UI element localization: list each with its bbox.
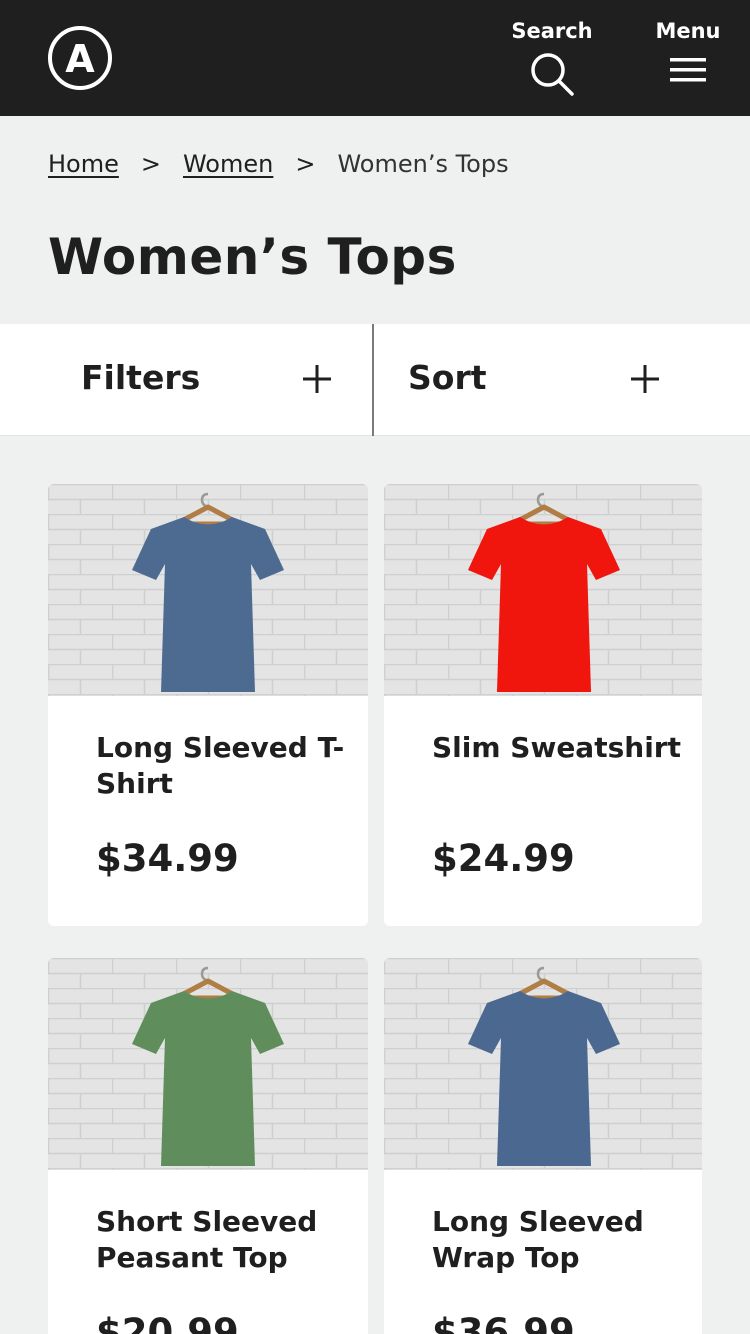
filters-plus-icon xyxy=(303,365,331,393)
product-image xyxy=(384,958,702,1170)
sort-label: Sort xyxy=(408,358,487,397)
top-navigation-bar: A Search Menu xyxy=(0,0,750,116)
product-card[interactable]: Long Sleeved Wrap Top $36.99 xyxy=(384,958,702,1334)
product-price: $36.99 xyxy=(432,1311,575,1334)
product-price: $24.99 xyxy=(432,837,575,880)
product-name: Long Sleeved T-Shirt xyxy=(96,731,345,800)
product-image xyxy=(384,484,702,696)
product-price: $34.99 xyxy=(96,837,239,880)
product-name: Short Sleeved Peasant Top xyxy=(96,1205,318,1274)
menu-button[interactable]: Menu xyxy=(652,18,724,90)
product-name: Slim Sweatshirt xyxy=(432,731,681,764)
breadcrumb-current: Women’s Tops xyxy=(337,150,509,178)
menu-label: Menu xyxy=(655,19,721,43)
product-card[interactable]: Slim Sweatshirt $24.99 xyxy=(384,484,702,926)
logo-letter: A xyxy=(65,36,95,81)
hamburger-menu-icon xyxy=(670,58,706,82)
filter-sort-bar: Filters Sort xyxy=(0,324,750,436)
sort-plus-icon xyxy=(631,365,659,393)
page-title: Women’s Tops xyxy=(48,228,457,286)
filters-toggle[interactable]: Filters xyxy=(0,324,374,436)
search-button[interactable]: Search xyxy=(510,18,594,98)
product-image xyxy=(48,958,368,1170)
breadcrumb-link-home[interactable]: Home xyxy=(48,150,119,178)
search-icon xyxy=(531,53,574,96)
product-price: $20.99 xyxy=(96,1311,239,1334)
product-image xyxy=(48,484,368,696)
product-name: Long Sleeved Wrap Top xyxy=(432,1205,644,1274)
product-card[interactable]: Long Sleeved T-Shirt $34.99 xyxy=(48,484,368,926)
breadcrumb: Home > Women > Women’s Tops xyxy=(48,146,509,182)
breadcrumb-separator: > xyxy=(140,150,161,178)
search-label: Search xyxy=(511,19,593,43)
filters-label: Filters xyxy=(81,358,201,397)
product-card[interactable]: Short Sleeved Peasant Top $20.99 xyxy=(48,958,368,1334)
brand-logo[interactable]: A xyxy=(48,26,112,90)
breadcrumb-separator: > xyxy=(295,150,316,178)
sort-toggle[interactable]: Sort xyxy=(376,324,750,436)
breadcrumb-link-women[interactable]: Women xyxy=(183,150,273,178)
